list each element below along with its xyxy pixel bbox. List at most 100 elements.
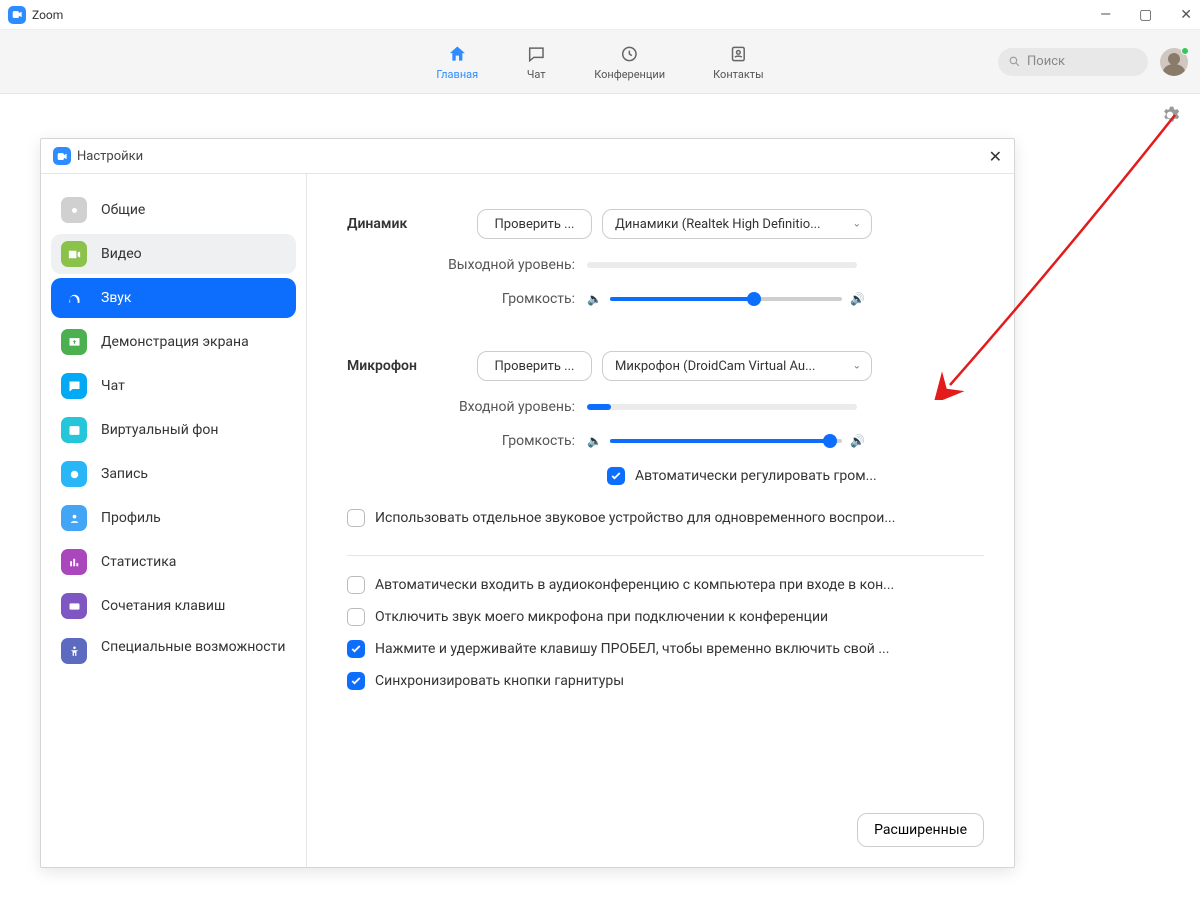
search-input[interactable]: Поиск <box>998 48 1148 76</box>
test-speaker-button[interactable]: Проверить ... <box>477 209 592 239</box>
dialog-close-button[interactable]: ✕ <box>989 147 1002 166</box>
speaker-device-dropdown[interactable]: Динамики (Realtek High Definitio... ⌄ <box>602 209 872 239</box>
sidebar-item-accessibility[interactable]: Специальные возможности <box>51 630 296 678</box>
sidebar-item-audio[interactable]: Звук <box>51 278 296 318</box>
sidebar-item-label: Чат <box>101 378 125 394</box>
settings-dialog: Настройки ✕ Общие Видео Звук Демонстраци… <box>40 138 1015 868</box>
mic-device-value: Микрофон (DroidCam Virtual Au... <box>615 359 815 374</box>
sidebar-item-shortcuts[interactable]: Сочетания клавиш <box>51 586 296 626</box>
nav-tab-contacts[interactable]: Контакты <box>713 43 764 81</box>
sidebar-item-label: Статистика <box>101 554 176 570</box>
zoom-logo-icon <box>53 147 71 165</box>
window-title: Zoom <box>32 8 63 22</box>
separate-audio-device-checkbox[interactable]: Использовать отдельное звуковое устройст… <box>347 509 984 527</box>
dialog-title: Настройки <box>77 149 143 164</box>
checkbox-label: Синхронизировать кнопки гарнитуры <box>375 673 624 689</box>
record-icon <box>61 461 87 487</box>
input-level-label: Входной уровень: <box>347 399 587 415</box>
sidebar-item-label: Звук <box>101 290 131 306</box>
nav-tab-chat[interactable]: Чат <box>526 43 546 81</box>
sync-headset-buttons-checkbox[interactable]: Синхронизировать кнопки гарнитуры <box>347 672 984 690</box>
sidebar-item-recording[interactable]: Запись <box>51 454 296 494</box>
sidebar-item-label: Запись <box>101 466 148 482</box>
chevron-down-icon: ⌄ <box>853 361 861 372</box>
search-placeholder: Поиск <box>1027 54 1065 69</box>
checkbox-icon <box>347 672 365 690</box>
sidebar-item-chat[interactable]: Чат <box>51 366 296 406</box>
contacts-icon <box>728 43 748 65</box>
sidebar-item-label: Видео <box>101 246 142 262</box>
checkbox-label: Автоматически входить в аудиоконференцию… <box>375 577 894 593</box>
chat-icon <box>526 43 546 65</box>
push-to-talk-checkbox[interactable]: Нажмите и удерживайте клавишу ПРОБЕЛ, чт… <box>347 640 984 658</box>
checkbox-icon <box>347 640 365 658</box>
share-screen-icon <box>61 329 87 355</box>
home-icon <box>447 43 467 65</box>
test-mic-button[interactable]: Проверить ... <box>477 351 592 381</box>
checkbox-label: Нажмите и удерживайте клавишу ПРОБЕЛ, чт… <box>375 641 889 657</box>
sidebar-item-general[interactable]: Общие <box>51 190 296 230</box>
keyboard-icon <box>61 593 87 619</box>
checkbox-icon <box>347 576 365 594</box>
output-level-meter <box>587 262 857 268</box>
auto-adjust-volume-checkbox[interactable]: Автоматически регулировать гром... <box>347 467 984 485</box>
sidebar-item-label: Сочетания клавиш <box>101 598 225 614</box>
checkbox-icon <box>347 509 365 527</box>
presence-indicator <box>1181 47 1189 55</box>
sidebar-item-label: Профиль <box>101 510 161 526</box>
user-avatar[interactable] <box>1160 48 1188 76</box>
audio-settings-panel: Динамик Проверить ... Динамики (Realtek … <box>307 174 1014 867</box>
mic-device-dropdown[interactable]: Микрофон (DroidCam Virtual Au... ⌄ <box>602 351 872 381</box>
top-nav: Главная Чат Конференции Контакты Поиск <box>0 30 1200 94</box>
nav-tab-home[interactable]: Главная <box>436 43 478 81</box>
input-level-meter <box>587 404 857 410</box>
video-icon <box>61 241 87 267</box>
chevron-down-icon: ⌄ <box>853 219 861 230</box>
zoom-logo-icon <box>8 6 26 24</box>
accessibility-icon <box>61 638 87 664</box>
auto-join-audio-checkbox[interactable]: Автоматически входить в аудиоконференцию… <box>347 576 984 594</box>
sidebar-item-label: Демонстрация экрана <box>101 334 249 350</box>
sidebar-item-share-screen[interactable]: Демонстрация экрана <box>51 322 296 362</box>
speaker-section-label: Динамик <box>347 216 477 232</box>
mic-section-label: Микрофон <box>347 358 477 374</box>
window-minimize-button[interactable]: — <box>1100 7 1111 23</box>
sidebar-item-label: Виртуальный фон <box>101 422 218 438</box>
settings-sidebar: Общие Видео Звук Демонстрация экрана Чат… <box>41 174 307 867</box>
output-level-label: Выходной уровень: <box>347 257 587 273</box>
speaker-device-value: Динамики (Realtek High Definitio... <box>615 217 821 232</box>
window-maximize-button[interactable]: ▢ <box>1139 7 1152 23</box>
window-close-button[interactable]: ✕ <box>1180 7 1192 23</box>
stats-icon <box>61 549 87 575</box>
chat-bubble-icon <box>61 373 87 399</box>
sidebar-item-video[interactable]: Видео <box>51 234 296 274</box>
headphones-icon <box>61 285 87 311</box>
sidebar-item-statistics[interactable]: Статистика <box>51 542 296 582</box>
sidebar-item-label: Специальные возможности <box>101 638 285 656</box>
user-icon <box>61 505 87 531</box>
advanced-button[interactable]: Расширенные <box>857 813 984 847</box>
mic-volume-slider[interactable] <box>610 439 842 443</box>
mic-volume-label: Громкость: <box>347 433 587 449</box>
sidebar-item-virtual-bg[interactable]: Виртуальный фон <box>51 410 296 450</box>
clock-icon <box>620 43 640 65</box>
volume-high-icon: 🔊 <box>850 292 865 306</box>
sidebar-item-label: Общие <box>101 202 145 218</box>
speaker-volume-slider[interactable] <box>610 297 842 301</box>
volume-low-icon: 🔈 <box>587 434 602 448</box>
gear-icon <box>61 197 87 223</box>
settings-gear-icon[interactable] <box>1160 105 1180 129</box>
nav-tab-meetings[interactable]: Конференции <box>594 43 665 81</box>
checkbox-label: Отключить звук моего микрофона при подкл… <box>375 609 828 625</box>
volume-low-icon: 🔈 <box>587 292 602 306</box>
volume-high-icon: 🔊 <box>850 434 865 448</box>
mute-mic-on-join-checkbox[interactable]: Отключить звук моего микрофона при подкл… <box>347 608 984 626</box>
sidebar-item-profile[interactable]: Профиль <box>51 498 296 538</box>
window-titlebar: Zoom — ▢ ✕ <box>0 0 1200 30</box>
search-icon <box>1008 55 1021 68</box>
checkbox-label: Использовать отдельное звуковое устройст… <box>375 510 895 526</box>
checkbox-icon <box>347 608 365 626</box>
checkbox-icon <box>607 467 625 485</box>
checkbox-label: Автоматически регулировать гром... <box>635 468 877 484</box>
image-icon <box>61 417 87 443</box>
